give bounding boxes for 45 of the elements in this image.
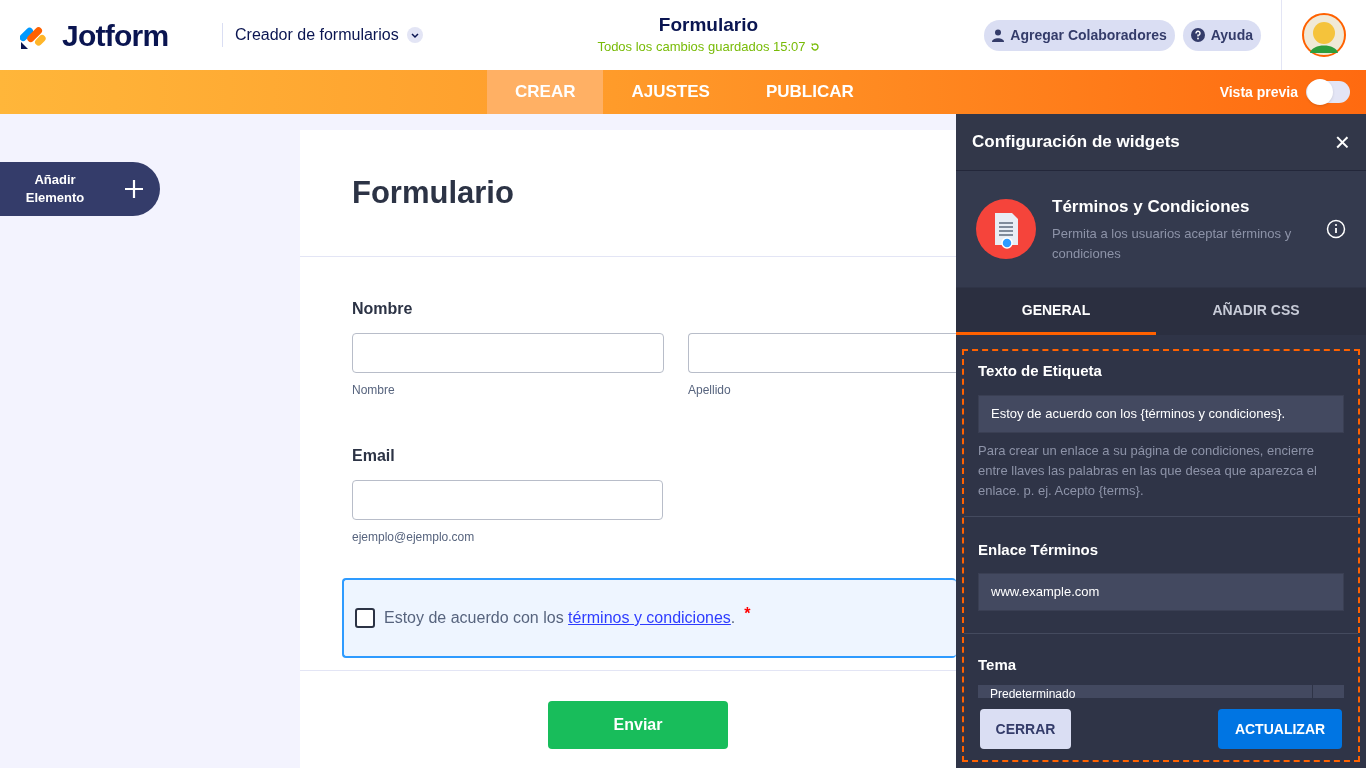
refresh-icon bbox=[809, 42, 820, 52]
field-sublabel: ejemplo@ejemplo.com bbox=[352, 529, 476, 546]
preview-toggle[interactable] bbox=[1306, 81, 1350, 103]
field-label: Email bbox=[352, 446, 396, 466]
collaborators-button[interactable]: Agregar Colaboradores bbox=[984, 19, 1175, 51]
setting-label: Tema bbox=[978, 655, 1018, 675]
setting-label: Texto de Etiqueta bbox=[978, 361, 1103, 381]
terms-link-field[interactable]: www.example.com bbox=[978, 573, 1344, 611]
close-button[interactable]: × bbox=[1334, 129, 1350, 155]
widget-description: Permita a los usuarios aceptar términos y condiciones bbox=[1052, 224, 1293, 263]
field-label: Nombre bbox=[352, 299, 414, 319]
form-title: Formulario bbox=[658, 13, 759, 38]
add-element-button[interactable]: Añadir Elemento bbox=[0, 162, 160, 216]
email-field[interactable] bbox=[352, 480, 663, 520]
document-icon bbox=[976, 199, 1036, 259]
panel-tab[interactable]: AÑADIR CSS bbox=[1156, 288, 1356, 335]
user-icon bbox=[992, 28, 1005, 42]
panel-tab[interactable]: GENERAL bbox=[956, 288, 1156, 335]
close-panel-button[interactable]: CERRAR bbox=[980, 709, 1071, 749]
required-mark: * bbox=[744, 604, 751, 624]
terms-label: Estoy de acuerdo con los términos y condiciones. bbox=[384, 608, 736, 628]
product-dropdown[interactable]: Creador de formularios bbox=[235, 23, 423, 47]
terms-checkbox[interactable] bbox=[355, 608, 375, 628]
chevron-down-icon bbox=[406, 27, 423, 43]
field-sublabel: Apellido bbox=[688, 382, 732, 399]
plus-icon bbox=[124, 179, 144, 199]
preview-label: Vista previa bbox=[1219, 82, 1298, 102]
text-field[interactable] bbox=[688, 333, 956, 373]
save-status: Todos los cambios guardados 15:07 bbox=[597, 38, 806, 57]
widget-name: Términos y Condiciones bbox=[1052, 196, 1251, 219]
help-button[interactable]: Ayuda bbox=[1182, 19, 1261, 51]
info-icon[interactable] bbox=[1326, 219, 1346, 239]
avatar-icon[interactable] bbox=[1302, 13, 1346, 57]
panel-title: Configuración de widgets bbox=[972, 131, 1180, 154]
field-sublabel: Nombre bbox=[352, 382, 396, 399]
theme-dropdown[interactable]: Predeterminado bbox=[978, 684, 1344, 698]
form-heading: Formulario bbox=[352, 173, 514, 212]
label-text-field[interactable]: Estoy de acuerdo con los {términos y condiciones}. bbox=[978, 394, 1344, 433]
help-text: Para crear un enlace a su página de condiciones, encierre entre llaves las palabras en las que desea que aparezca el enlace. p. ej. Acepto {terms}. bbox=[978, 441, 1318, 500]
help-icon bbox=[1190, 28, 1205, 42]
text-field[interactable] bbox=[352, 333, 664, 373]
setting-label: Enlace Términos bbox=[978, 539, 1100, 560]
brand-name: Jotform bbox=[62, 17, 169, 54]
update-button[interactable]: ACTUALIZAR bbox=[1218, 709, 1342, 749]
terms-link[interactable]: términos y condiciones bbox=[568, 609, 731, 626]
